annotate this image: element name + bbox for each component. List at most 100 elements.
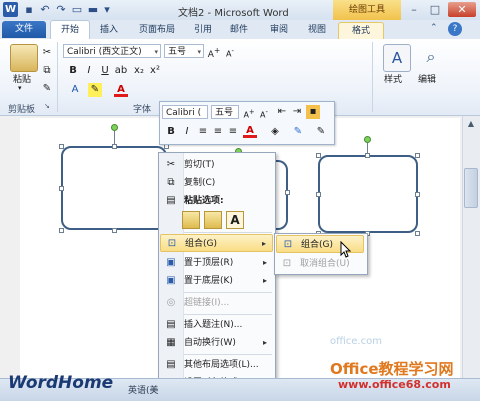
justify-icon[interactable]: ≡: [226, 125, 240, 139]
mini-bold-button[interactable]: B: [164, 125, 178, 139]
format-painter-icon[interactable]: ✎: [314, 125, 328, 139]
rounded-rectangle-shape[interactable]: [61, 146, 167, 230]
tab-references[interactable]: 引用: [186, 22, 220, 38]
menu-item-more-layout[interactable]: ▤ 其他布局选项(L)...: [160, 356, 273, 374]
dialog-launcher-icon[interactable]: ↘: [44, 102, 50, 110]
qat-dropdown-icon[interactable]: ▾: [100, 3, 114, 17]
resize-handle[interactable]: [59, 228, 64, 233]
mini-font-color-button[interactable]: A: [243, 124, 257, 138]
rounded-rectangle-shape[interactable]: [318, 155, 418, 233]
font-name-combo[interactable]: Calibri (西文正文) ▾: [63, 44, 161, 58]
word-logo-icon[interactable]: W: [3, 2, 18, 17]
copy-icon[interactable]: ⧉: [40, 64, 54, 78]
bold-button[interactable]: B: [66, 64, 80, 78]
align-center-icon[interactable]: ≡: [196, 125, 210, 139]
tab-format[interactable]: 格式: [338, 22, 384, 39]
group-icon: ⊡: [167, 238, 177, 249]
menu-item-cut[interactable]: ✂ 剪切(T): [160, 156, 273, 174]
tab-page-layout[interactable]: 页面布局: [130, 22, 184, 38]
paste-merge-format-icon[interactable]: [204, 211, 222, 229]
strikethrough-icon[interactable]: ab: [114, 64, 128, 78]
resize-handle[interactable]: [285, 190, 290, 195]
minimize-icon[interactable]: –: [404, 2, 424, 17]
help-icon[interactable]: ?: [448, 22, 462, 36]
mini-font-name-combo[interactable]: Calibri (: [162, 105, 208, 119]
resize-handle[interactable]: [365, 153, 370, 158]
font-color-icon[interactable]: A: [114, 83, 128, 97]
mini-font-size-combo[interactable]: 五号: [211, 105, 239, 119]
close-icon[interactable]: ✕: [448, 2, 476, 17]
resize-handle[interactable]: [415, 192, 420, 197]
undo-icon[interactable]: ↶: [38, 3, 52, 17]
shrink-font-icon[interactable]: A-: [223, 44, 237, 59]
group-separator: [372, 42, 373, 112]
tab-view[interactable]: 视图: [300, 22, 334, 38]
caption-icon: ▤: [166, 319, 176, 330]
rotation-handle[interactable]: [111, 124, 118, 131]
mouse-cursor-icon: [340, 241, 352, 258]
menu-separator: [184, 292, 272, 293]
vertical-scrollbar[interactable]: [462, 116, 480, 378]
paste-keep-format-icon[interactable]: [182, 211, 200, 229]
edit-button-label[interactable]: 编辑: [418, 72, 436, 85]
resize-handle[interactable]: [59, 144, 64, 149]
font-size-combo[interactable]: 五号 ▾: [164, 44, 204, 58]
tab-insert[interactable]: 插入: [92, 22, 126, 38]
underline-button[interactable]: U: [98, 64, 112, 78]
superscript-icon[interactable]: x²: [148, 64, 162, 78]
indent-decrease-icon[interactable]: ⇤: [275, 105, 289, 119]
shape-fill-icon[interactable]: ▪: [306, 105, 320, 119]
resize-handle[interactable]: [112, 228, 117, 233]
tab-review[interactable]: 审阅: [262, 22, 296, 38]
paste-dropdown-icon[interactable]: ▾: [18, 84, 22, 92]
paste-text-only-icon[interactable]: A: [226, 211, 244, 229]
indent-increase-icon[interactable]: ⇥: [290, 105, 304, 119]
paste-button-label[interactable]: 粘贴: [13, 72, 31, 85]
align-right-icon[interactable]: ≡: [211, 125, 225, 139]
language-indicator[interactable]: 英语(美: [128, 383, 159, 396]
tab-home[interactable]: 开始: [50, 20, 90, 41]
menu-item-send-to-back[interactable]: ▣ 置于底层(K) ▸: [160, 272, 273, 290]
styles-icon[interactable]: A: [383, 44, 411, 72]
rotation-handle[interactable]: [364, 136, 371, 143]
menu-item-copy[interactable]: ⧉ 复制(C): [160, 174, 273, 192]
open-folder-icon[interactable]: ▬: [86, 3, 100, 17]
resize-handle[interactable]: [316, 192, 321, 197]
subscript-icon[interactable]: x₂: [132, 64, 146, 78]
highlight-icon[interactable]: ✎: [88, 83, 102, 97]
resize-handle[interactable]: [316, 153, 321, 158]
cut-icon[interactable]: ✂: [40, 46, 54, 60]
menu-item-label: 剪切(T): [184, 160, 215, 170]
menu-item-insert-caption[interactable]: ▤ 插入题注(N)...: [160, 316, 273, 334]
scroll-up-icon[interactable]: ▲: [465, 118, 477, 130]
clipboard-group-label: 剪贴板: [8, 105, 36, 115]
italic-button[interactable]: I: [82, 64, 96, 78]
grow-font-icon[interactable]: A+: [207, 44, 221, 60]
resize-handle[interactable]: [112, 144, 117, 149]
new-document-icon[interactable]: ▭: [70, 3, 84, 17]
shape-outline-icon[interactable]: ✎: [291, 125, 305, 139]
text-effects-icon[interactable]: A: [68, 83, 82, 97]
chevron-down-icon: ▾: [154, 48, 158, 56]
resize-handle[interactable]: [415, 153, 420, 158]
find-icon[interactable]: ⌕: [418, 44, 444, 70]
grow-font-icon[interactable]: A+: [242, 105, 256, 120]
shrink-font-icon[interactable]: A-: [257, 105, 271, 120]
menu-item-bring-to-front[interactable]: ▣ 置于顶层(R) ▸: [160, 254, 273, 272]
paste-icon[interactable]: [10, 44, 38, 72]
mini-italic-button[interactable]: I: [180, 125, 194, 139]
redo-icon[interactable]: ↷: [54, 3, 68, 17]
menu-item-wrap-text[interactable]: ▦ 自动换行(W) ▸: [160, 334, 273, 352]
menu-item-group[interactable]: ⊡ 组合(G) ▸: [160, 234, 273, 252]
tab-file[interactable]: 文件: [2, 21, 46, 38]
maximize-icon[interactable]: □: [425, 2, 445, 17]
shape-fill-bucket-icon[interactable]: ◈: [268, 125, 282, 139]
styles-button-label[interactable]: 样式: [384, 72, 402, 85]
scroll-thumb[interactable]: [464, 168, 478, 208]
save-icon[interactable]: ▪: [22, 3, 36, 17]
minimize-ribbon-icon[interactable]: ⌃: [430, 23, 438, 33]
tab-mailings[interactable]: 邮件: [222, 22, 256, 38]
resize-handle[interactable]: [59, 186, 64, 191]
format-painter-icon[interactable]: ✎: [40, 82, 54, 96]
resize-handle[interactable]: [415, 231, 420, 236]
